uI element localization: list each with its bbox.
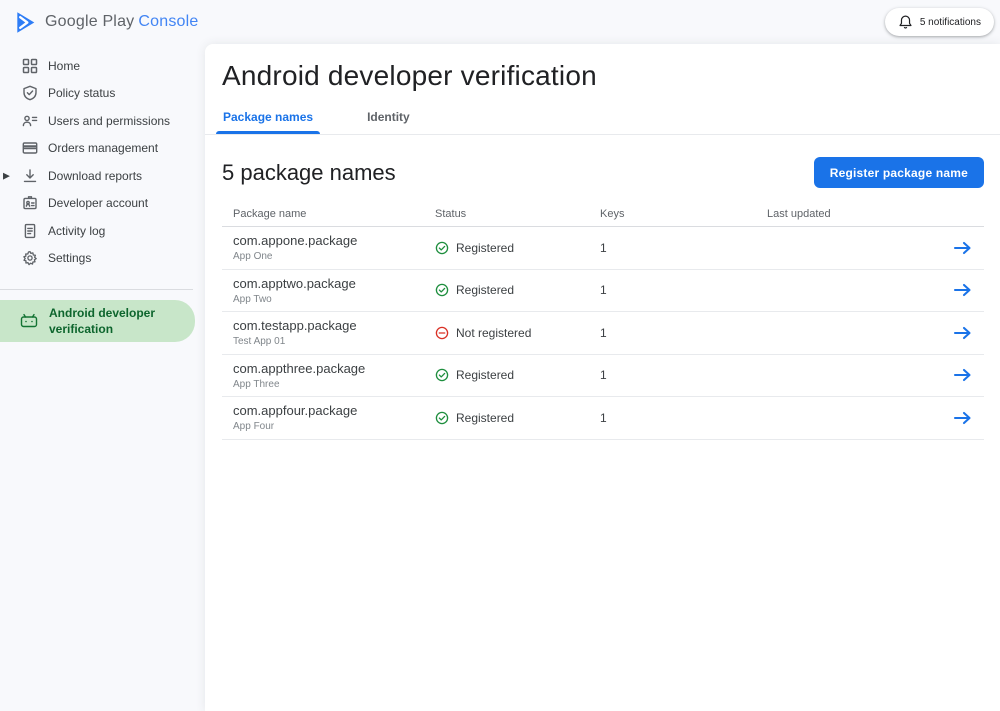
download-icon <box>22 168 38 184</box>
id-badge-icon <box>22 195 38 211</box>
logo-google-play-text: Google Play <box>45 13 134 30</box>
app-name: App Three <box>233 379 425 390</box>
package-name: com.appfour.package <box>233 403 425 419</box>
keys-count: 1 <box>593 241 767 255</box>
sidebar-item-label: Android developer verification <box>49 305 167 337</box>
table-body: com.appone.package App One Registered 1 … <box>222 227 984 440</box>
app-name: App Four <box>233 421 425 432</box>
status-label: Registered <box>456 368 514 382</box>
sidebar-divider <box>0 289 193 290</box>
row-detail-arrow-button[interactable] <box>940 368 984 382</box>
app-name: App One <box>233 251 425 262</box>
check-circle-icon <box>435 241 449 255</box>
tab-divider <box>205 134 1000 135</box>
row-detail-arrow-button[interactable] <box>940 411 984 425</box>
android-head-icon <box>20 312 38 330</box>
sidebar-item-label: Settings <box>48 251 91 265</box>
document-icon <box>22 223 38 239</box>
row-detail-arrow-button[interactable] <box>940 283 984 297</box>
table-row: com.appone.package App One Registered 1 <box>222 227 984 270</box>
column-header-last-updated: Last updated <box>767 208 940 220</box>
package-name: com.appthree.package <box>233 361 425 377</box>
top-bar: Google PlayConsole 5 notifications <box>0 0 1000 44</box>
status-label: Registered <box>456 411 514 425</box>
app-name: Test App 01 <box>233 336 425 347</box>
keys-count: 1 <box>593 411 767 425</box>
google-play-console-logo[interactable]: Google PlayConsole <box>15 11 198 34</box>
package-name: com.appone.package <box>233 233 425 249</box>
column-header-status: Status <box>425 208 593 220</box>
sidebar-item-developer-account[interactable]: ▶ Developer account <box>0 190 205 218</box>
sidebar-item-home[interactable]: ▶ Home <box>0 52 205 80</box>
check-circle-icon <box>435 368 449 382</box>
status-label: Registered <box>456 283 514 297</box>
credit-card-icon <box>22 140 38 156</box>
table-row: com.appthree.package App Three Registere… <box>222 355 984 398</box>
sidebar-item-label: Users and permissions <box>48 114 170 128</box>
minus-circle-icon <box>435 326 449 340</box>
table-row: com.appfour.package App Four Registered … <box>222 397 984 440</box>
sidebar-item-download-reports[interactable]: ▶ Download reports <box>0 162 205 190</box>
google-play-triangle-icon <box>15 11 36 34</box>
sidebar-item-orders-management[interactable]: ▶ Orders management <box>0 135 205 163</box>
row-detail-arrow-button[interactable] <box>940 241 984 255</box>
status-label: Not registered <box>456 326 531 340</box>
status-label: Registered <box>456 241 514 255</box>
sidebar-item-android-developer-verification[interactable]: Android developer verification <box>0 300 195 342</box>
home-grid-icon <box>22 58 38 74</box>
logo-text: Google PlayConsole <box>45 13 198 31</box>
row-detail-arrow-button[interactable] <box>940 326 984 340</box>
section-title: 5 package names <box>222 160 396 186</box>
users-icon <box>22 113 38 129</box>
check-circle-icon <box>435 411 449 425</box>
column-header-keys: Keys <box>593 208 767 220</box>
table-row: com.testapp.package Test App 01 Not regi… <box>222 312 984 355</box>
tab-identity[interactable]: Identity <box>360 106 417 134</box>
check-circle-icon <box>435 283 449 297</box>
table-row: com.apptwo.package App Two Registered 1 <box>222 270 984 313</box>
app-name: App Two <box>233 294 425 305</box>
column-header-package-name: Package name <box>222 208 425 220</box>
sidebar-item-label: Orders management <box>48 141 158 155</box>
keys-count: 1 <box>593 283 767 297</box>
keys-count: 1 <box>593 368 767 382</box>
gear-icon <box>22 250 38 266</box>
table-header-row: Package name Status Keys Last updated <box>222 201 984 227</box>
register-package-name-button[interactable]: Register package name <box>814 157 984 188</box>
package-name: com.apptwo.package <box>233 276 425 292</box>
tab-bar: Package names Identity <box>216 106 1000 134</box>
sidebar-item-label: Home <box>48 59 80 73</box>
shield-check-icon <box>22 85 38 101</box>
sidebar-item-label: Developer account <box>48 196 148 210</box>
main-content: Android developer verification Package n… <box>205 44 1000 711</box>
sidebar-item-users-and-permissions[interactable]: ▶ Users and permissions <box>0 107 205 135</box>
page-title: Android developer verification <box>222 60 1000 92</box>
sidebar-item-settings[interactable]: ▶ Settings <box>0 245 205 273</box>
keys-count: 1 <box>593 326 767 340</box>
sidebar-item-policy-status[interactable]: ▶ Policy status <box>0 80 205 108</box>
expand-caret-icon[interactable]: ▶ <box>3 171 10 180</box>
package-name: com.testapp.package <box>233 318 425 334</box>
logo-console-text: Console <box>138 13 198 30</box>
sidebar-nav: ▶ Home ▶ Policy status ▶ Users and permi… <box>0 44 205 711</box>
package-table: Package name Status Keys Last updated co… <box>222 201 984 440</box>
notifications-button[interactable]: 5 notifications <box>885 8 994 36</box>
sidebar-item-activity-log[interactable]: ▶ Activity log <box>0 217 205 245</box>
sidebar-item-label: Policy status <box>48 86 115 100</box>
sidebar-item-label: Download reports <box>48 169 142 183</box>
tab-package-names[interactable]: Package names <box>216 106 320 134</box>
bell-icon <box>898 14 913 30</box>
notifications-label: 5 notifications <box>920 17 981 28</box>
sidebar-item-label: Activity log <box>48 224 105 238</box>
